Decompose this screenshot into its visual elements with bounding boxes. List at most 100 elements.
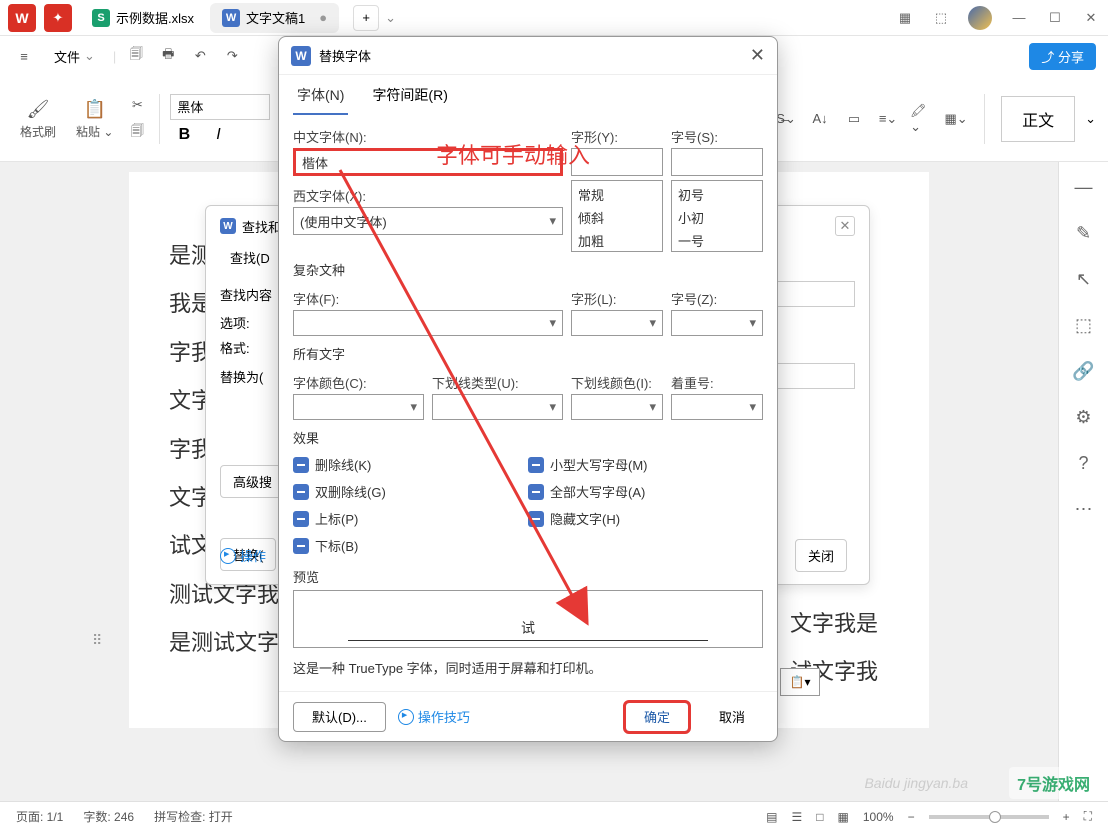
pencil-icon[interactable]: ✎ bbox=[1073, 222, 1095, 244]
truetype-note: 这是一种 TrueType 字体，同时适用于屏幕和打印机。 bbox=[293, 658, 763, 677]
format-painter-tool[interactable]: 🖌 格式刷 bbox=[12, 93, 64, 144]
tab-document[interactable]: W 文字文稿1 ● bbox=[210, 3, 339, 33]
highlight-icon[interactable]: 🖍⌄ bbox=[910, 107, 934, 131]
effect-smallcaps[interactable]: 小型大写字母(M) bbox=[528, 451, 763, 478]
more-icon[interactable]: ⋯ bbox=[1073, 498, 1095, 520]
view-mode-icon[interactable]: ▦ bbox=[838, 810, 849, 824]
tabs-dropdown-icon[interactable]: ⌄ bbox=[385, 10, 396, 26]
style-dropdown-icon[interactable]: ⌄ bbox=[1085, 111, 1096, 127]
fr-format-label: 格式: bbox=[220, 338, 280, 357]
maximize-button[interactable]: ☐ bbox=[1046, 9, 1064, 27]
size-input[interactable] bbox=[671, 148, 763, 176]
help-icon[interactable]: ? bbox=[1073, 452, 1095, 474]
file-menu[interactable]: 文件 ⌄ bbox=[44, 43, 105, 70]
fullscreen-icon[interactable]: ⛶ bbox=[1084, 809, 1092, 824]
menu-icon[interactable]: ≡ bbox=[12, 44, 36, 68]
emphasis-label: 着重号: bbox=[671, 373, 763, 392]
effect-allcaps[interactable]: 全部大写字母(A) bbox=[528, 478, 763, 505]
new-tab-button[interactable]: + bbox=[353, 5, 379, 31]
dialog-close-button[interactable]: ✕ bbox=[750, 45, 765, 66]
fr-replace-label: 替换为( bbox=[220, 367, 280, 386]
view-mode-icon[interactable]: ☰ bbox=[792, 810, 803, 824]
tools-icon[interactable]: ⚙ bbox=[1073, 406, 1095, 428]
zoom-value[interactable]: 100% bbox=[863, 810, 894, 824]
complex-size-select[interactable] bbox=[671, 310, 763, 336]
user-avatar[interactable] bbox=[968, 6, 992, 30]
site-watermark: 7号游戏网 bbox=[1009, 767, 1098, 799]
font-family-select[interactable]: 黑体 bbox=[170, 94, 270, 120]
cursor-icon[interactable]: ↖ bbox=[1073, 268, 1095, 290]
select-icon[interactable]: ⬚ bbox=[1073, 314, 1095, 336]
line-spacing-icon[interactable]: ≡⌄ bbox=[876, 107, 900, 131]
print-icon[interactable]: 🖶 bbox=[156, 44, 180, 68]
size-listbox[interactable]: 初号 小初 一号 bbox=[671, 180, 763, 252]
fr-title-text: 查找和 bbox=[242, 217, 281, 236]
effect-strikethrough[interactable]: 删除线(K) bbox=[293, 451, 528, 478]
fr-close-button[interactable]: ✕ bbox=[835, 216, 855, 236]
cube-icon[interactable]: ⬚ bbox=[932, 9, 950, 27]
tab-spacing[interactable]: 字符间距(R) bbox=[368, 81, 451, 115]
fr-tips-link[interactable]: 操作 bbox=[220, 546, 266, 565]
redo-icon[interactable]: ↷ bbox=[220, 44, 244, 68]
cut-icon[interactable]: ✂ bbox=[125, 93, 149, 117]
bold-button[interactable]: B bbox=[170, 126, 198, 144]
effect-subscript[interactable]: 下标(B) bbox=[293, 532, 528, 559]
border-icon[interactable]: ▦⌄ bbox=[944, 107, 968, 131]
paste-tool[interactable]: 📋 粘贴 ⌄ bbox=[68, 93, 121, 144]
tab-dot-icon[interactable]: ● bbox=[319, 10, 327, 25]
preview-box: 试 bbox=[293, 590, 763, 648]
zoom-in-button[interactable]: + bbox=[1063, 810, 1070, 824]
checkbox-icon bbox=[293, 484, 309, 500]
view-mode-icon[interactable]: ▤ bbox=[766, 810, 777, 824]
effect-double-strike[interactable]: 双删除线(G) bbox=[293, 478, 528, 505]
effect-hidden[interactable]: 隐藏文字(H) bbox=[528, 505, 763, 532]
word-count[interactable]: 字数: 246 bbox=[83, 808, 134, 825]
sort-icon[interactable]: A↓ bbox=[808, 107, 832, 131]
underline-color-select[interactable] bbox=[571, 394, 663, 420]
link-icon[interactable]: 🔗 bbox=[1073, 360, 1095, 382]
page-indicator[interactable]: 页面: 1/1 bbox=[16, 808, 63, 825]
view-mode-icon[interactable]: □ bbox=[816, 810, 823, 824]
default-button[interactable]: 默认(D)... bbox=[293, 702, 386, 732]
minimize-button[interactable]: — bbox=[1010, 9, 1028, 27]
tab-font[interactable]: 字体(N) bbox=[293, 81, 348, 115]
tips-link[interactable]: 操作技巧 bbox=[398, 707, 470, 726]
drag-handle-icon[interactable]: ⠿ bbox=[92, 632, 102, 649]
cancel-button[interactable]: 取消 bbox=[701, 702, 763, 732]
undo-icon[interactable]: ↶ bbox=[188, 44, 212, 68]
apps-icon[interactable]: ▦ bbox=[896, 9, 914, 27]
zoom-slider[interactable] bbox=[929, 815, 1049, 819]
collapse-icon[interactable]: — bbox=[1073, 176, 1095, 198]
font-color-select[interactable] bbox=[293, 394, 424, 420]
complex-font-select[interactable] bbox=[293, 310, 563, 336]
complex-size-label: 字号(Z): bbox=[671, 289, 763, 308]
style-listbox[interactable]: 常规 倾斜 加粗 bbox=[571, 180, 663, 252]
fr-options-label: 选项: bbox=[220, 313, 280, 332]
ok-button[interactable]: 确定 bbox=[625, 702, 689, 732]
checkbox-icon bbox=[293, 538, 309, 554]
style-normal[interactable]: 正文 bbox=[1001, 96, 1075, 142]
western-font-select[interactable]: (使用中文字体)▾ bbox=[293, 207, 563, 235]
italic-button[interactable]: I bbox=[204, 126, 232, 144]
wps-shield-icon: ✦ bbox=[44, 4, 72, 32]
tab-spreadsheet[interactable]: S 示例数据.xlsx bbox=[80, 3, 206, 33]
save-icon[interactable]: 🗐 bbox=[124, 44, 148, 68]
share-button[interactable]: ⤴ 分享 bbox=[1029, 43, 1096, 70]
zoom-out-button[interactable]: − bbox=[908, 810, 915, 824]
all-text-section-title: 所有文字 bbox=[293, 344, 763, 363]
spellcheck-status[interactable]: 拼写检查: 打开 bbox=[154, 808, 233, 825]
copy-icon[interactable]: 🗐 bbox=[125, 121, 149, 145]
complex-style-select[interactable] bbox=[571, 310, 663, 336]
close-window-button[interactable]: ✕ bbox=[1082, 9, 1100, 27]
underline-type-select[interactable] bbox=[432, 394, 563, 420]
preview-text: 试 bbox=[348, 618, 708, 641]
emphasis-select[interactable] bbox=[671, 394, 763, 420]
effect-superscript[interactable]: 上标(P) bbox=[293, 505, 528, 532]
fr-close-button-bottom[interactable]: 关闭 bbox=[795, 539, 847, 572]
tab-label: 示例数据.xlsx bbox=[116, 8, 194, 27]
fr-advanced-button[interactable]: 高级搜 bbox=[220, 465, 285, 498]
paste-options-button[interactable]: 📋▾ bbox=[780, 668, 820, 696]
ruler-icon[interactable]: ▭ bbox=[842, 107, 866, 131]
preview-label: 预览 bbox=[293, 567, 763, 586]
word-icon: W bbox=[291, 46, 311, 66]
